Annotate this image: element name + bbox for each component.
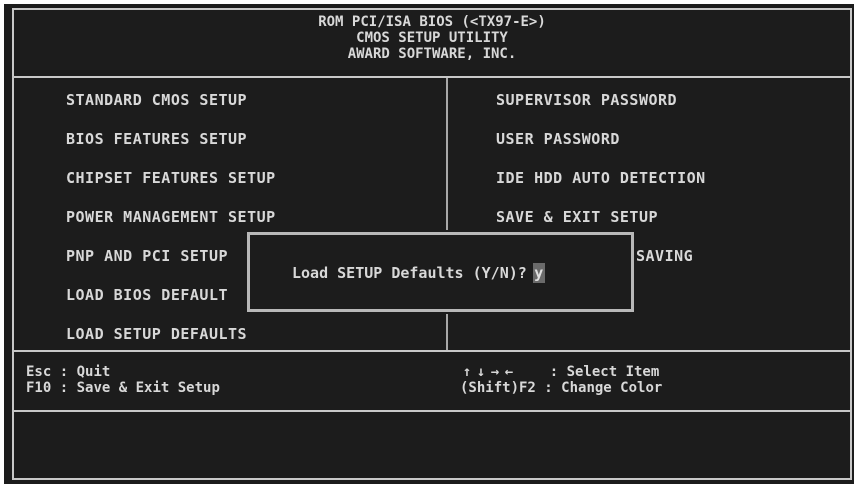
help-arrows: ↑ ↓ → ← : Select Item	[460, 364, 660, 380]
help-shift-f2: (Shift)F2 : Change Color	[460, 380, 663, 396]
menu-item-chipset-features-setup[interactable]: CHIPSET FEATURES SETUP	[66, 168, 276, 188]
menu-item-pnp-and-pci-setup[interactable]: PNP AND PCI SETUP	[66, 246, 228, 266]
dialog-row: Load SETUP Defaults (Y/N)? y	[292, 263, 545, 283]
bios-header: ROM PCI/ISA BIOS (<TX97-E>) CMOS SETUP U…	[14, 10, 850, 78]
help-footer: Esc : Quit F10 : Save & Exit Setup ↑ ↓ → ← …	[14, 350, 850, 412]
menu-item-user-password[interactable]: USER PASSWORD	[496, 129, 620, 149]
vendor-name: AWARD SOFTWARE, INC.	[347, 46, 517, 62]
arrow-up-icon: ↑	[462, 364, 472, 380]
dialog-prompt: Load SETUP Defaults (Y/N)?	[292, 264, 527, 282]
menu-item-bios-features-setup[interactable]: BIOS FEATURES SETUP	[66, 129, 247, 149]
bios-screen: ROM PCI/ISA BIOS (<TX97-E>) CMOS SETUP U…	[4, 4, 854, 484]
bios-title: ROM PCI/ISA BIOS (<TX97-E>)	[318, 14, 546, 30]
load-defaults-dialog: Load SETUP Defaults (Y/N)? y	[247, 232, 634, 312]
shift-f2-label: Change Color	[561, 380, 663, 396]
menu-item-power-management-setup[interactable]: POWER MANAGEMENT SETUP	[66, 207, 276, 227]
menu-item-load-bios-default[interactable]: LOAD BIOS DEFAULT	[66, 285, 228, 305]
help-f10: F10 : Save & Exit Setup	[26, 380, 220, 396]
menu-item-ide-hdd-auto-detection[interactable]: IDE HDD AUTO DETECTION	[496, 168, 706, 188]
confirm-input[interactable]: y	[532, 263, 545, 283]
arrow-down-icon: ↓	[476, 364, 486, 380]
esc-label: Quit	[76, 364, 111, 380]
menu-item-save-and-exit-setup[interactable]: SAVE & EXIT SETUP	[496, 207, 658, 227]
menu-item-standard-cmos-setup[interactable]: STANDARD CMOS SETUP	[66, 90, 247, 110]
arrow-right-icon: →	[490, 364, 500, 380]
menu-item-supervisor-password[interactable]: SUPERVISOR PASSWORD	[496, 90, 677, 110]
esc-key: Esc	[26, 364, 52, 380]
help-esc: Esc : Quit	[26, 364, 111, 380]
arrow-left-icon: ←	[504, 364, 514, 380]
menu-item-load-setup-defaults[interactable]: LOAD SETUP DEFAULTS	[66, 324, 248, 344]
shift-f2-key: (Shift)F2	[460, 380, 536, 396]
arrows-label: Select Item	[566, 364, 660, 380]
utility-title: CMOS SETUP UTILITY	[356, 30, 508, 46]
f10-label: Save & Exit Setup	[76, 380, 220, 396]
status-area	[14, 412, 850, 478]
f10-key: F10	[26, 380, 52, 396]
menu-item-saving[interactable]: SAVING	[636, 246, 693, 266]
